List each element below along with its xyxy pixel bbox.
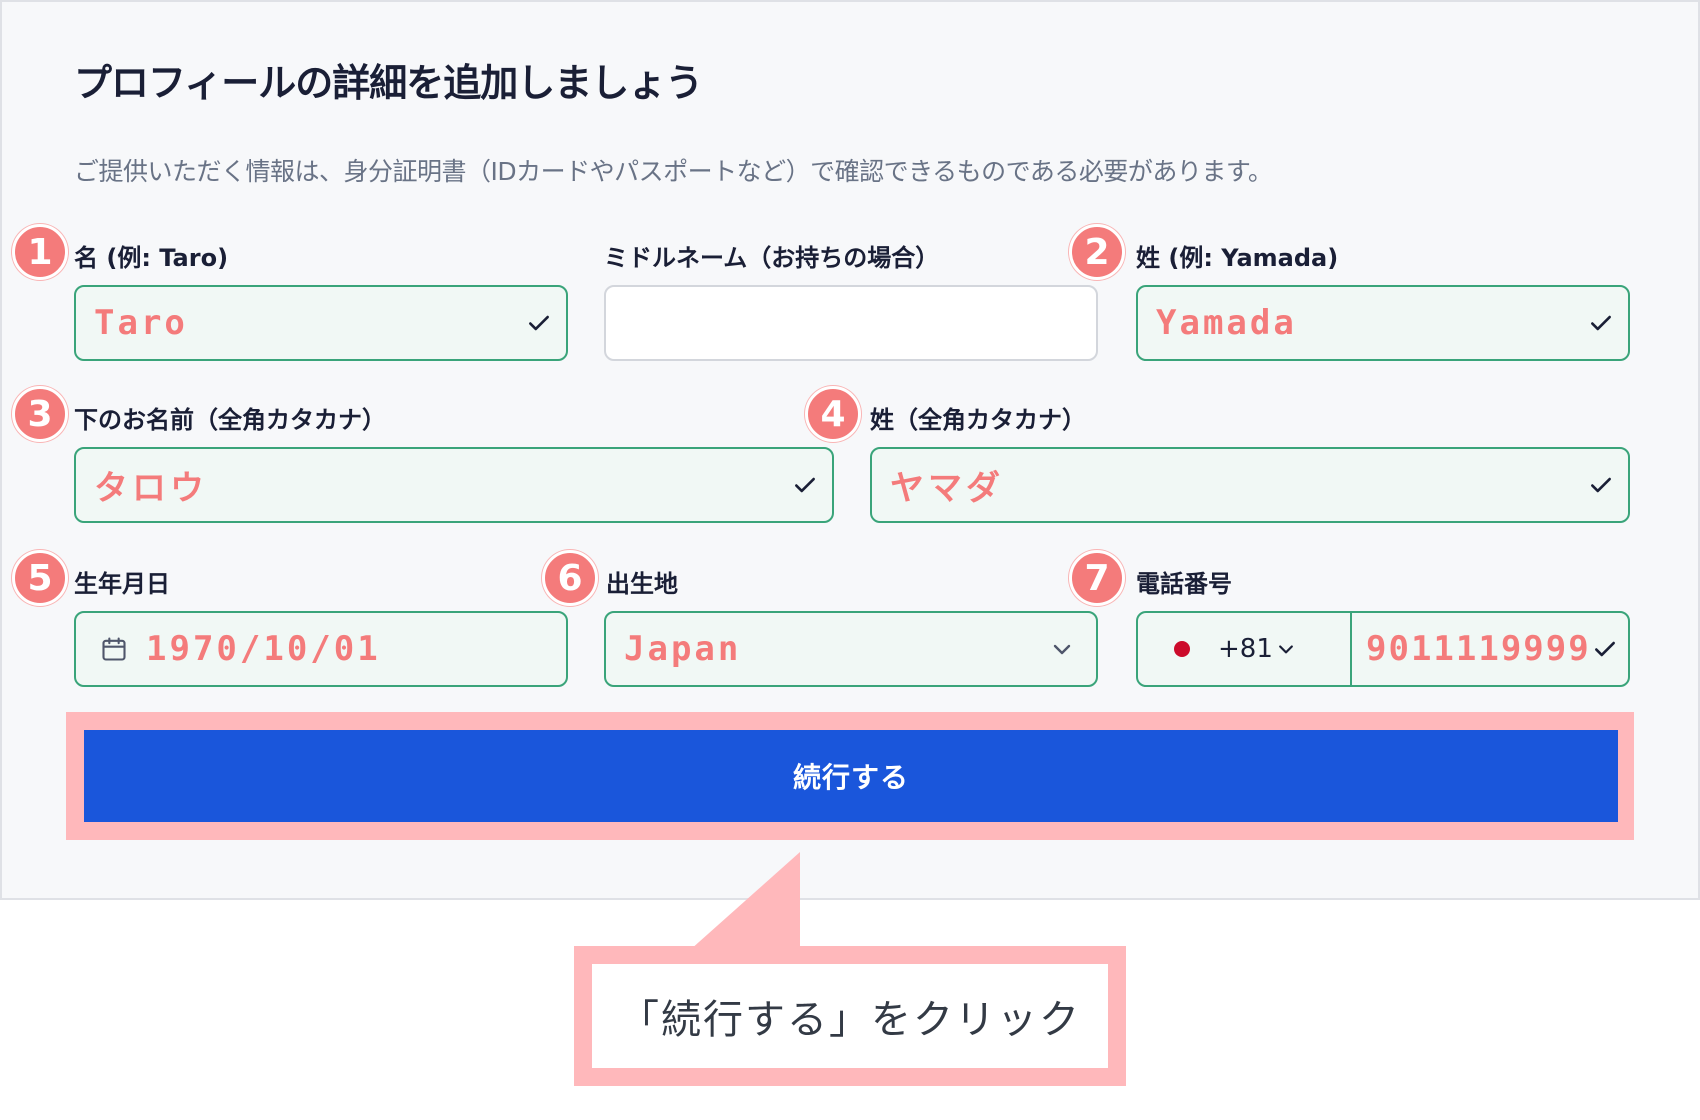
- continue-button[interactable]: 続行する: [84, 730, 1618, 822]
- step-badge-3: 3: [12, 386, 68, 442]
- chevron-down-icon: [1279, 645, 1293, 654]
- birth-place-label: 出生地: [606, 570, 678, 598]
- last-name-value: Yamada: [1156, 303, 1297, 343]
- step-badge-4: 4: [805, 386, 861, 442]
- last-name-kana-value: ヤマダ: [890, 468, 1004, 509]
- birth-date-label: 生年月日: [74, 570, 170, 598]
- country-code-select[interactable]: +81: [1138, 613, 1350, 685]
- first-name-field[interactable]: Taro: [74, 285, 568, 361]
- last-name-kana-label: 姓（全角カタカナ）: [870, 406, 1086, 434]
- check-icon: [1591, 315, 1611, 331]
- check-icon: [795, 477, 815, 493]
- phone-field: +81 9011119999: [1136, 611, 1630, 687]
- country-code-value: +81: [1218, 634, 1273, 664]
- last-name-kana-field[interactable]: ヤマダ: [870, 447, 1630, 523]
- check-icon: [529, 315, 549, 331]
- birth-date-field[interactable]: 1970/10/01: [74, 611, 568, 687]
- last-name-label: 姓 (例: Yamada): [1136, 244, 1339, 272]
- birth-place-select[interactable]: Japan: [604, 611, 1098, 687]
- first-name-kana-field[interactable]: タロウ: [74, 447, 834, 523]
- page-subtitle: ご提供いただく情報は、身分証明書（IDカードやパスポートなど）で確認できるもので…: [74, 157, 1273, 186]
- calendar-icon: [102, 637, 126, 661]
- phone-number-value: 9011119999: [1366, 629, 1591, 669]
- first-name-kana-label: 下のお名前（全角カタカナ）: [74, 406, 386, 434]
- last-name-field[interactable]: Yamada: [1136, 285, 1630, 361]
- first-name-value: Taro: [94, 303, 188, 343]
- first-name-kana-value: タロウ: [94, 468, 208, 509]
- first-name-label: 名 (例: Taro): [74, 244, 229, 272]
- middle-name-label: ミドルネーム（お持ちの場合）: [604, 244, 940, 272]
- chevron-down-icon: [1053, 644, 1071, 655]
- check-icon: [1591, 477, 1611, 493]
- phone-label: 電話番号: [1136, 570, 1232, 598]
- middle-name-field[interactable]: [604, 285, 1098, 361]
- step-badge-1: 1: [12, 224, 68, 280]
- phone-number-input[interactable]: 9011119999: [1352, 613, 1628, 685]
- step-badge-6: 6: [542, 550, 598, 606]
- page-title: プロフィールの詳細を追加しましょう: [74, 61, 703, 105]
- birth-place-value: Japan: [624, 629, 742, 669]
- step-badge-2: 2: [1069, 224, 1125, 280]
- step-badge-7: 7: [1069, 550, 1125, 606]
- birth-date-value: 1970/10/01: [146, 629, 381, 669]
- callout-text: 「続行する」をクリック: [592, 964, 1108, 1068]
- check-icon: [1595, 641, 1615, 657]
- step-badge-5: 5: [12, 550, 68, 606]
- japan-flag-icon: [1174, 641, 1190, 657]
